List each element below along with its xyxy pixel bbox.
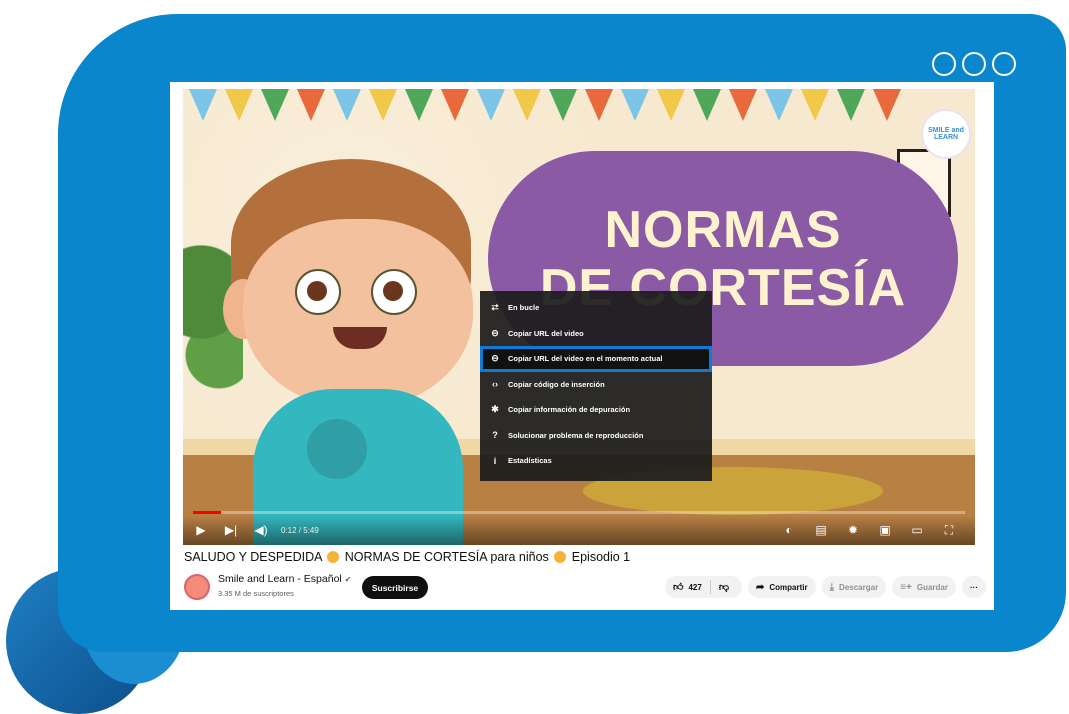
more-actions-button[interactable]: ··· (962, 576, 986, 598)
menu-item-label: Copiar código de inserción (508, 379, 605, 389)
menu-item-copy-debug[interactable]: ✱ Copiar información de depuración (480, 397, 712, 423)
menu-item-label: Estadísticas (508, 456, 552, 466)
shirt-alien-icon (307, 419, 367, 479)
video-title: SALUDO Y DESPEDIDA NORMAS DE CORTESÍA pa… (184, 550, 630, 564)
link-icon: ⊖ (491, 353, 499, 364)
player-controls: ▶ ▶| ◀) 0:12 / 5:49 ◐ ▤ ✹ ▣ ▭ ⛶ (183, 515, 975, 545)
title-part-3: Episodio 1 (571, 550, 631, 564)
save-label: Guardar (916, 582, 948, 592)
menu-item-label: En bucle (508, 303, 540, 313)
youtube-screen: NORMAS DE CORTESÍA SMILE and LEARN ⮂ En … (170, 82, 994, 610)
window-dot-1 (932, 52, 956, 76)
menu-item-troubleshoot[interactable]: ? Solucionar problema de reproducción (480, 423, 712, 449)
fullscreen-icon[interactable]: ⛶ (937, 520, 961, 540)
window-dots (932, 52, 1016, 76)
autoplay-toggle-icon[interactable]: ◐ (777, 520, 801, 540)
bunting-flag (837, 89, 865, 121)
volume-icon[interactable]: ◀) (249, 520, 273, 540)
bunting-flag (477, 89, 505, 121)
bunting-flag (765, 89, 793, 121)
menu-item-copy-url-at-time[interactable]: ⊖ Copiar URL del video en el momento act… (480, 346, 712, 372)
bug-icon: ✱ (491, 404, 499, 415)
share-icon: ➦ (756, 581, 765, 593)
help-icon: ? (492, 430, 498, 441)
bunting-flag (225, 89, 253, 121)
menu-item-label: Copiar información de depuración (508, 405, 631, 415)
divider (709, 580, 711, 594)
bunting-flag (513, 89, 541, 121)
download-button[interactable]: ⤓ Descargar (821, 576, 887, 598)
boy-eye-right (371, 269, 417, 315)
bunting-flag (369, 89, 397, 121)
thumbs-down-icon[interactable]: 👎︎ (719, 581, 729, 593)
video-player[interactable]: NORMAS DE CORTESÍA SMILE and LEARN ⮂ En … (183, 89, 975, 545)
boy-eye-left (295, 269, 341, 315)
channel-avatar[interactable] (184, 574, 210, 600)
menu-item-label: Copiar URL del video (508, 328, 584, 338)
bunting-flag (189, 89, 217, 121)
link-icon: ⊖ (491, 327, 499, 338)
menu-item-stats[interactable]: i Estadísticas (480, 448, 712, 474)
bunting-flag (693, 89, 721, 121)
like-count[interactable]: 427 (688, 583, 701, 592)
bunting-flag (801, 89, 829, 121)
bunting-flag (873, 89, 901, 121)
channel-name-text: Smile and Learn - Español (218, 573, 342, 585)
bunting-flag (333, 89, 361, 121)
share-button[interactable]: ➦ Compartir (748, 576, 816, 598)
loop-icon: ⮂ (491, 302, 499, 313)
settings-icon[interactable]: ✹ (841, 520, 865, 540)
action-bar: 👍︎ 427 👎︎ ➦ Compartir ⤓ Descargar ≡+ Gua… (665, 576, 986, 598)
code-icon: ‹› (492, 379, 498, 390)
progress-fill (193, 511, 221, 514)
smile-emoji-icon (554, 551, 567, 563)
share-label: Compartir (769, 582, 808, 592)
time-display: 0:12 / 5:49 (281, 525, 319, 535)
title-part-1: SALUDO Y DESPEDIDA (184, 550, 322, 564)
bunting-flag (729, 89, 757, 121)
channel-watermark-logo: SMILE and LEARN (923, 111, 969, 157)
download-icon: ⤓ (829, 581, 835, 593)
save-button[interactable]: ≡+ Guardar (892, 576, 956, 598)
bunting-flag (297, 89, 325, 121)
bunting-flag (549, 89, 577, 121)
window-dot-3 (992, 52, 1016, 76)
menu-item-label: Solucionar problema de reproducción (508, 430, 644, 440)
subscriber-count: 3.35 M de suscriptores (218, 589, 294, 598)
next-icon[interactable]: ▶| (219, 520, 243, 540)
miniplayer-icon[interactable]: ▣ (873, 520, 897, 540)
menu-item-label: Copiar URL del video en el momento actua… (508, 354, 663, 364)
bunting-flag (657, 89, 685, 121)
info-icon: i (493, 455, 497, 466)
context-menu: ⮂ En bucle ⊖ Copiar URL del video ⊖ Copi… (480, 291, 712, 481)
menu-item-loop[interactable]: ⮂ En bucle (480, 295, 712, 321)
theater-icon[interactable]: ▭ (905, 520, 929, 540)
handshake-emoji-icon (327, 551, 340, 563)
menu-item-copy-url[interactable]: ⊖ Copiar URL del video (480, 321, 712, 347)
title-part-2: NORMAS DE CORTESÍA para niños (344, 550, 549, 564)
bunting-flag (585, 89, 613, 121)
thumbs-up-icon[interactable]: 👍︎ (673, 581, 683, 593)
boy-face (243, 219, 473, 409)
play-icon[interactable]: ▶ (189, 520, 213, 540)
bunting-flag (621, 89, 649, 121)
bunting-flag (261, 89, 289, 121)
bunting-flag (441, 89, 469, 121)
player-controls-right: ◐ ▤ ✹ ▣ ▭ ⛶ (777, 520, 961, 540)
verified-icon: ✔ (344, 575, 352, 584)
subscribe-button[interactable]: Suscribirse (362, 576, 428, 599)
like-dislike-group: 👍︎ 427 👎︎ (665, 576, 742, 598)
menu-item-copy-embed[interactable]: ‹› Copiar código de inserción (480, 372, 712, 398)
progress-bar[interactable] (193, 511, 965, 514)
bubble-title-line1: NORMAS (604, 200, 842, 259)
window-dot-2 (962, 52, 986, 76)
bunting-flag (405, 89, 433, 121)
subtitles-icon[interactable]: ▤ (809, 520, 833, 540)
more-icon: ··· (970, 582, 978, 592)
watermark-text: SMILE and LEARN (928, 127, 964, 141)
playlist-add-icon: ≡+ (900, 581, 912, 593)
channel-name[interactable]: Smile and Learn - Español ✔ (218, 573, 351, 585)
download-label: Descargar (839, 582, 879, 592)
